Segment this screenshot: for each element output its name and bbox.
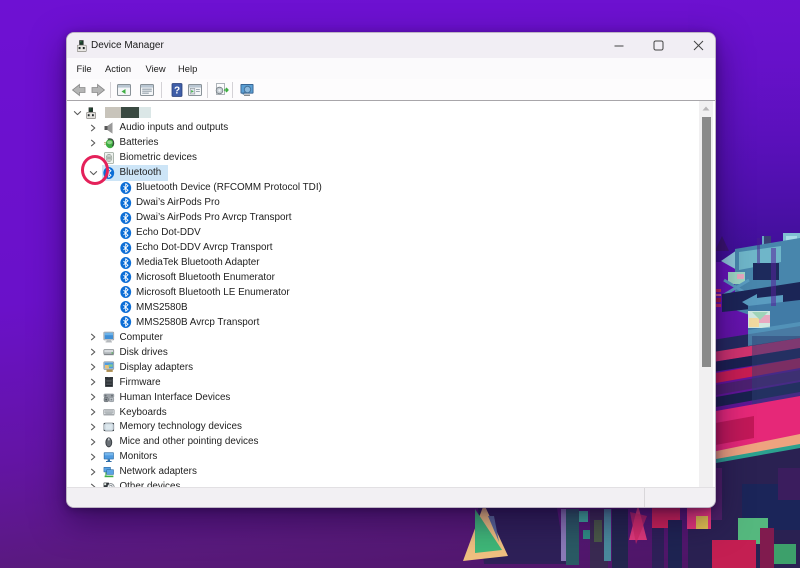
svg-text:?: ? [174,86,180,97]
